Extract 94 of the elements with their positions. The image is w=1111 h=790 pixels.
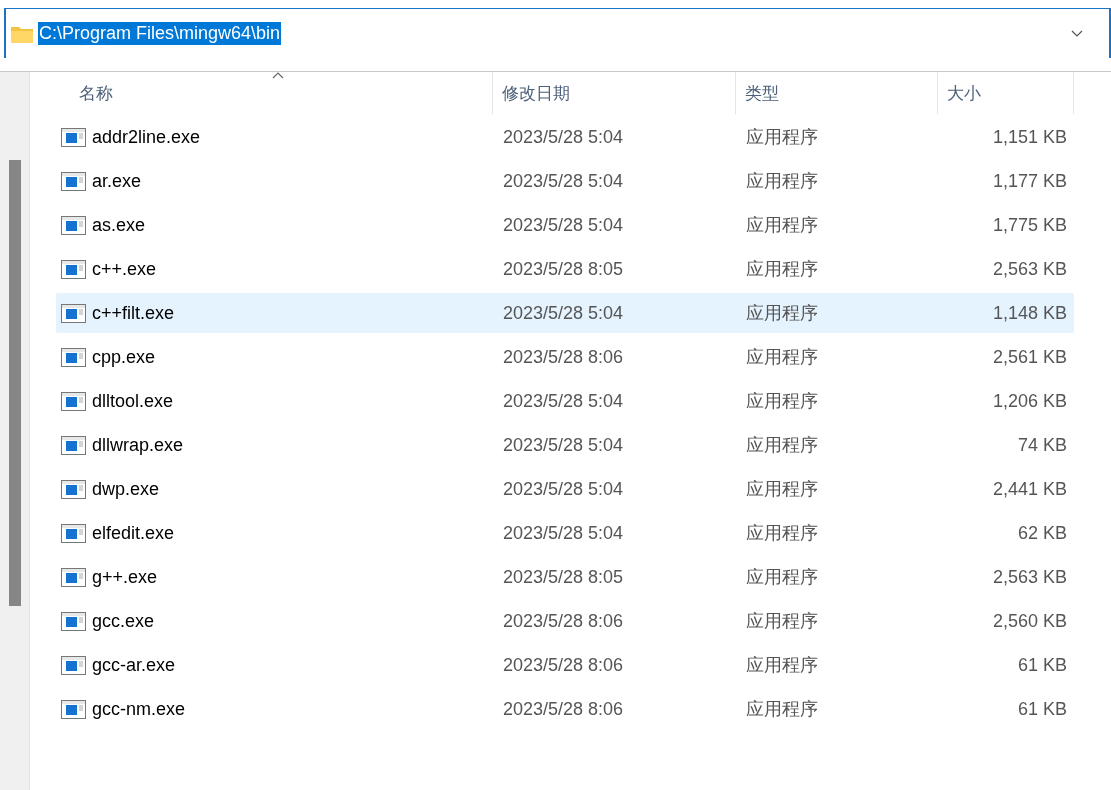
file-type: 应用程序 [746, 171, 818, 191]
application-icon [61, 699, 86, 719]
file-row[interactable]: gcc.exe 2023/5/28 8:06 应用程序 2,560 KB [56, 601, 1074, 641]
application-icon [61, 611, 86, 631]
application-icon [61, 127, 86, 147]
application-icon [61, 655, 86, 675]
modified-date: 2023/5/28 5:04 [503, 214, 624, 235]
file-name: gcc-ar.exe [92, 654, 176, 676]
file-type: 应用程序 [746, 215, 818, 235]
file-name: gcc-nm.exe [92, 698, 186, 720]
file-type: 应用程序 [746, 611, 818, 631]
modified-date: 2023/5/28 8:06 [503, 654, 624, 675]
file-type: 应用程序 [746, 523, 818, 543]
address-path: C:\Program Files\mingw64\bin [38, 22, 282, 45]
application-icon [61, 259, 86, 279]
file-size: 1,177 KB [992, 170, 1067, 191]
file-row[interactable]: elfedit.exe 2023/5/28 5:04 应用程序 62 KB [56, 513, 1074, 553]
file-name: g++.exe [92, 566, 158, 588]
scrollbar-thumb[interactable] [8, 160, 21, 606]
address-bar[interactable]: C:\Program Files\mingw64\bin [4, 8, 1111, 58]
file-type: 应用程序 [746, 435, 818, 455]
file-name: as.exe [92, 214, 146, 236]
file-name: c++filt.exe [92, 302, 175, 324]
modified-date: 2023/5/28 5:04 [503, 522, 624, 543]
file-row[interactable]: addr2line.exe 2023/5/28 5:04 应用程序 1,151 KB [56, 117, 1074, 157]
modified-date: 2023/5/28 5:04 [503, 126, 624, 147]
file-row[interactable]: dllwrap.exe 2023/5/28 5:04 应用程序 74 KB [56, 425, 1074, 465]
file-row[interactable]: cpp.exe 2023/5/28 8:06 应用程序 2,561 KB [56, 337, 1074, 377]
file-type: 应用程序 [746, 127, 818, 147]
column-header[interactable]: 名称 [55, 72, 493, 114]
file-name: dlltool.exe [92, 390, 174, 412]
modified-date: 2023/5/28 5:04 [503, 478, 624, 499]
application-icon [61, 171, 86, 191]
modified-date: 2023/5/28 5:04 [503, 434, 624, 455]
file-type: 应用程序 [746, 347, 818, 367]
column-header[interactable]: 大小 [938, 72, 1074, 114]
file-row[interactable]: dwp.exe 2023/5/28 5:04 应用程序 2,441 KB [56, 469, 1074, 509]
modified-date: 2023/5/28 8:05 [503, 258, 624, 279]
application-icon [61, 347, 86, 367]
file-size: 61 KB [1017, 654, 1067, 675]
file-size: 2,560 KB [992, 610, 1067, 631]
file-size: 1,206 KB [992, 390, 1067, 411]
file-type: 应用程序 [746, 259, 818, 279]
file-name: dwp.exe [92, 478, 160, 500]
application-icon [61, 215, 86, 235]
application-icon [61, 567, 86, 587]
modified-date: 2023/5/28 5:04 [503, 390, 624, 411]
file-name: addr2line.exe [92, 126, 201, 148]
file-row[interactable]: dlltool.exe 2023/5/28 5:04 应用程序 1,206 KB [56, 381, 1074, 421]
file-name: gcc.exe [92, 610, 155, 632]
chevron-down-icon[interactable] [1071, 29, 1083, 38]
modified-date: 2023/5/28 8:06 [503, 346, 624, 367]
file-type: 应用程序 [746, 567, 818, 587]
file-type: 应用程序 [746, 699, 818, 719]
file-size: 2,563 KB [992, 566, 1067, 587]
modified-date: 2023/5/28 8:05 [503, 566, 624, 587]
application-icon [61, 479, 86, 499]
file-type: 应用程序 [746, 655, 818, 675]
file-row[interactable]: c++filt.exe 2023/5/28 5:04 应用程序 1,148 KB [56, 293, 1074, 333]
file-row[interactable]: g++.exe 2023/5/28 8:05 应用程序 2,563 KB [56, 557, 1074, 597]
column-header[interactable]: 类型 [736, 72, 938, 114]
file-size: 1,775 KB [992, 214, 1067, 235]
application-icon [61, 435, 86, 455]
application-icon [61, 303, 86, 323]
file-row[interactable]: ar.exe 2023/5/28 5:04 应用程序 1,177 KB [56, 161, 1074, 201]
file-row[interactable]: gcc-ar.exe 2023/5/28 8:06 应用程序 61 KB [56, 645, 1074, 685]
file-size: 1,151 KB [992, 126, 1067, 147]
column-header[interactable]: 修改日期 [493, 72, 736, 114]
file-name: dllwrap.exe [92, 434, 184, 456]
file-size: 2,561 KB [992, 346, 1067, 367]
file-size: 74 KB [1017, 434, 1067, 455]
application-icon [61, 391, 86, 411]
file-row[interactable]: as.exe 2023/5/28 5:04 应用程序 1,775 KB [56, 205, 1074, 245]
file-size: 62 KB [1017, 522, 1067, 543]
file-size: 2,441 KB [992, 478, 1067, 499]
file-type: 应用程序 [746, 303, 818, 323]
application-icon [61, 523, 86, 543]
file-size: 2,563 KB [992, 258, 1067, 279]
file-name: ar.exe [92, 170, 142, 192]
modified-date: 2023/5/28 8:06 [503, 610, 624, 631]
file-name: elfedit.exe [92, 522, 175, 544]
file-type: 应用程序 [746, 391, 818, 411]
modified-date: 2023/5/28 5:04 [503, 170, 624, 191]
file-size: 61 KB [1017, 698, 1067, 719]
file-size: 1,148 KB [992, 302, 1067, 323]
modified-date: 2023/5/28 5:04 [503, 302, 624, 323]
file-name: c++.exe [92, 258, 157, 280]
folder-icon [11, 24, 33, 43]
file-row[interactable]: c++.exe 2023/5/28 8:05 应用程序 2,563 KB [56, 249, 1074, 289]
file-name: cpp.exe [92, 346, 156, 368]
file-row[interactable]: gcc-nm.exe 2023/5/28 8:06 应用程序 61 KB [56, 689, 1074, 729]
file-type: 应用程序 [746, 479, 818, 499]
modified-date: 2023/5/28 8:06 [503, 698, 624, 719]
sort-caret-icon [271, 72, 284, 79]
